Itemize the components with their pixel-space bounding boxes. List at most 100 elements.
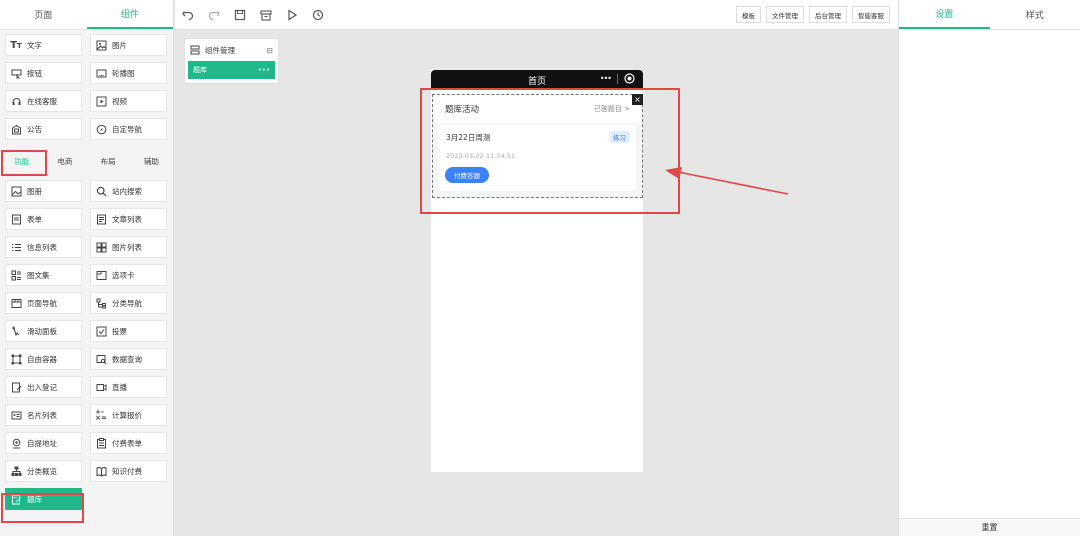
headset-icon	[10, 95, 22, 107]
basic-item-label: 按钮	[27, 68, 42, 78]
func-item-label: 文章列表	[112, 214, 142, 224]
page-nav-icon	[10, 297, 22, 309]
capsule-divider	[617, 73, 618, 84]
undo-icon[interactable]	[175, 0, 201, 30]
func-item-label: 分类导航	[112, 298, 142, 308]
admin-button[interactable]: 后台管理	[809, 6, 847, 23]
func-item-vote[interactable]: 投票	[90, 320, 167, 342]
func-item-paid-form[interactable]: 付费表单	[90, 432, 167, 454]
tab-style[interactable]: 样式	[990, 0, 1080, 29]
func-item-live[interactable]: 直播	[90, 376, 167, 398]
register-icon	[10, 381, 22, 393]
basic-item-headset[interactable]: 在线客服	[5, 90, 82, 112]
func-item-search[interactable]: 站内搜索	[90, 180, 167, 202]
album-icon	[10, 185, 22, 197]
category-ecommerce[interactable]: 电商	[43, 150, 86, 172]
basic-item-carousel[interactable]: 轮播图	[90, 62, 167, 84]
func-item-label: 直播	[112, 382, 127, 392]
collapse-icon[interactable]: ⊟	[267, 46, 273, 55]
func-item-calculator[interactable]: +- ×= 计算报价	[90, 404, 167, 426]
func-item-location[interactable]: 自提地址	[5, 432, 82, 454]
video-icon	[95, 95, 107, 107]
basic-item-image[interactable]: 图片	[90, 34, 167, 56]
button-icon	[10, 67, 22, 79]
vote-icon	[95, 325, 107, 337]
template-button[interactable]: 模板	[736, 6, 761, 23]
func-item-form[interactable]: 表单	[5, 208, 82, 230]
history-icon[interactable]	[305, 0, 331, 30]
more-dots-icon[interactable]: •••	[600, 74, 612, 83]
func-item-register[interactable]: 出入登记	[5, 376, 82, 398]
file-manager-button[interactable]: 文件管理	[766, 6, 804, 23]
tab-page[interactable]: 页面	[0, 0, 87, 29]
search-icon	[95, 185, 107, 197]
notice-icon	[10, 123, 22, 135]
func-item-slide-panel[interactable]: 滑动面板	[5, 320, 82, 342]
reset-button[interactable]: 重置	[899, 518, 1080, 536]
target-icon[interactable]	[624, 73, 635, 84]
more-icon[interactable]: •••	[258, 66, 270, 74]
func-item-category-nav[interactable]: 分类导航	[90, 292, 167, 314]
component-manager: 组件管理 ⊟ 题库 •••	[184, 38, 279, 84]
slide-panel-icon	[10, 325, 22, 337]
func-item-book[interactable]: 知识付费	[90, 460, 167, 482]
func-item-article-list[interactable]: 文章列表	[90, 208, 167, 230]
image-grid-icon	[95, 241, 107, 253]
phone-titlebar: 首页 •••	[431, 70, 643, 90]
func-item-label: 页面导航	[27, 298, 57, 308]
text-icon: TT	[10, 39, 22, 51]
category-nav-icon	[95, 297, 107, 309]
basic-item-compass[interactable]: 自定导航	[90, 118, 167, 140]
func-item-label: 自由容器	[27, 354, 57, 364]
func-item-label: 图片列表	[112, 242, 142, 252]
func-item-image-grid[interactable]: 图片列表	[90, 236, 167, 258]
func-item-container[interactable]: 自由容器	[5, 348, 82, 370]
basic-item-label: 公告	[27, 124, 42, 134]
play-icon[interactable]	[279, 0, 305, 30]
basic-item-notice[interactable]: 公告	[5, 118, 82, 140]
basic-item-label: 自定导航	[112, 124, 142, 134]
live-icon	[95, 381, 107, 393]
smart-support-button[interactable]: 智能客服	[852, 6, 890, 23]
image-text-icon	[10, 269, 22, 281]
annotation-arrow	[665, 167, 789, 195]
component-manager-item[interactable]: 题库 •••	[188, 61, 275, 79]
layers-icon	[190, 45, 200, 55]
component-manager-title: 组件管理	[205, 45, 235, 55]
left-tabs: 页面 组件	[0, 0, 173, 30]
calculator-icon: +- ×=	[95, 408, 107, 422]
category-layout[interactable]: 布局	[87, 150, 130, 172]
func-item-label: 分类概览	[27, 466, 57, 476]
paid-form-icon	[95, 437, 107, 449]
archive-icon[interactable]	[253, 0, 279, 30]
func-item-data-query[interactable]: 数据查询	[90, 348, 167, 370]
function-components: 图册 站内搜索 表单 文章列表信息列表 图片列表图文集 选项卡页面导航 分类导航滑动面板 投票…	[0, 180, 173, 510]
annotation-box-category	[1, 150, 47, 176]
func-item-category-overview[interactable]: 分类概览	[5, 460, 82, 482]
tab-settings[interactable]: 设置	[899, 0, 990, 29]
basic-item-label: 视频	[112, 96, 127, 106]
func-item-label: 付费表单	[112, 438, 142, 448]
func-item-tab[interactable]: 选项卡	[90, 264, 167, 286]
basic-item-button[interactable]: 按钮	[5, 62, 82, 84]
func-item-info-list[interactable]: 信息列表	[5, 236, 82, 258]
tab-icon	[95, 269, 107, 281]
article-list-icon	[95, 213, 107, 225]
component-panel: 页面 组件 TT 文字 图片 按钮 轮播图 在线客服 视频 公告 自定导航 功能 电商 布局 辅…	[0, 0, 174, 536]
func-item-page-nav[interactable]: 页面导航	[5, 292, 82, 314]
location-icon	[10, 437, 22, 449]
basic-item-label: 文字	[27, 40, 42, 50]
tab-components[interactable]: 组件	[86, 0, 173, 29]
func-item-image-text[interactable]: 图文集	[5, 264, 82, 286]
func-item-album[interactable]: 图册	[5, 180, 82, 202]
annotation-box-component	[420, 88, 680, 214]
func-item-label: 滑动面板	[27, 326, 57, 336]
save-icon[interactable]	[227, 0, 253, 30]
basic-item-video[interactable]: 视频	[90, 90, 167, 112]
basic-item-text[interactable]: TT 文字	[5, 34, 82, 56]
category-auxiliary[interactable]: 辅助	[130, 150, 173, 172]
redo-icon[interactable]	[201, 0, 227, 30]
func-item-card-list[interactable]: 名片列表	[5, 404, 82, 426]
carousel-icon	[95, 67, 107, 79]
annotation-box-quiz	[1, 493, 84, 523]
